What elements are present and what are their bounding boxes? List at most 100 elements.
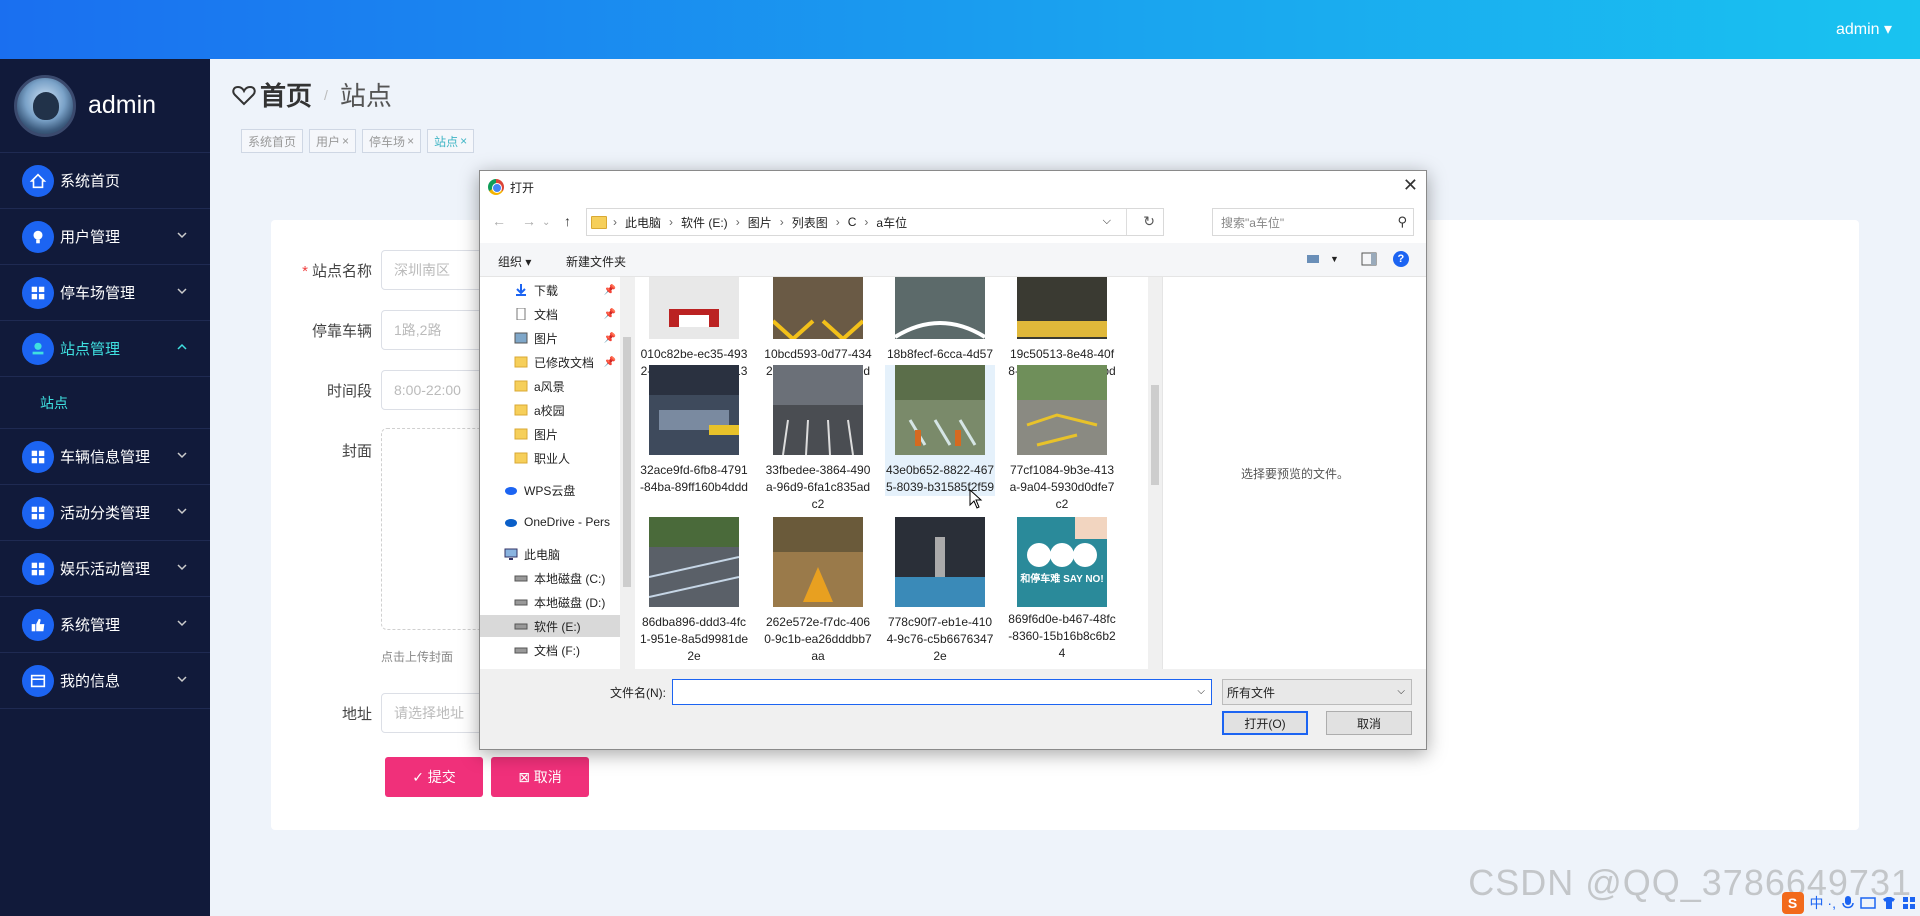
sidebar-item-home[interactable]: 系统首页: [0, 153, 210, 209]
nav-label: 本地磁盘 (D:): [534, 595, 606, 610]
new-folder-button[interactable]: 新建文件夹: [566, 253, 626, 270]
scrollbar-thumb[interactable]: [623, 337, 631, 587]
scrollbar-thumb[interactable]: [1151, 385, 1159, 485]
tab-home[interactable]: 系统首页: [241, 129, 304, 153]
up-icon[interactable]: ↑: [564, 213, 571, 229]
dialog-cancel-button[interactable]: 取消: [1326, 711, 1412, 735]
nav-item-folder[interactable]: 图片: [480, 423, 620, 445]
preview-pane: 选择要预览的文件。: [1162, 277, 1426, 669]
path-segment[interactable]: C: [848, 215, 857, 229]
filename-input[interactable]: ⌵: [672, 679, 1212, 705]
path-segment[interactable]: a车位: [876, 214, 907, 231]
user-icon: [22, 220, 54, 253]
file-item[interactable]: 43e0b652-8822-4675-8039-b31585f2f59: [885, 365, 995, 496]
path-segment[interactable]: 列表图: [792, 214, 828, 231]
submit-button[interactable]: ✓ 提交: [385, 757, 483, 797]
ime-mode[interactable]: 中 ·,: [1810, 893, 1836, 913]
microphone-icon[interactable]: [1842, 895, 1854, 911]
sidebar-item-users[interactable]: 用户管理: [0, 209, 210, 265]
file-open-dialog: 打开 ✕ ← → ⌄ ↑ › 此电脑 › 软件 (E:) › 图片 › 列表图 …: [479, 170, 1427, 750]
sidebar-item-label: 活动分类管理: [60, 505, 151, 522]
close-icon[interactable]: ×: [342, 134, 349, 148]
card-icon: [22, 664, 54, 697]
tab-station[interactable]: 站点 ×: [427, 129, 475, 153]
nav-item-this-pc[interactable]: 此电脑: [480, 543, 620, 565]
grid-icon[interactable]: [1902, 896, 1916, 910]
sidebar-item-my-info[interactable]: 我的信息: [0, 653, 210, 709]
nav-label: 文档: [534, 307, 559, 322]
path-segment[interactable]: 此电脑: [625, 214, 661, 231]
sidebar-item-label: 车辆信息管理: [60, 449, 151, 466]
sidebar-item-system[interactable]: 系统管理: [0, 597, 210, 653]
sidebar-item-parking[interactable]: 停车场管理: [0, 265, 210, 321]
file-item[interactable]: 86dba896-ddd3-4fc1-951e-8a5d9981de2e: [639, 517, 749, 665]
chevron-down-icon[interactable]: ⌵: [1103, 215, 1111, 228]
tab-parking[interactable]: 停车场 ×: [362, 129, 422, 153]
chevron-up-icon: [177, 343, 187, 350]
nav-item-modified[interactable]: 已修改文档 📌: [480, 351, 620, 373]
history-dropdown-icon[interactable]: ⌄: [542, 217, 550, 228]
file-grid-scrollbar[interactable]: [1148, 277, 1162, 669]
nav-item-drive-f[interactable]: 文档 (F:): [480, 639, 620, 661]
file-item[interactable]: 262e572e-f7dc-4060-9c1b-ea26dddbb7aa: [763, 517, 873, 665]
close-icon[interactable]: ✕: [1403, 175, 1418, 196]
close-icon[interactable]: ×: [407, 134, 414, 148]
cancel-button[interactable]: ⊠ 取消: [491, 757, 589, 797]
nav-item-drive-d[interactable]: 本地磁盘 (D:): [480, 591, 620, 613]
nav-item-drive-c[interactable]: 本地磁盘 (C:): [480, 567, 620, 589]
file-item[interactable]: 778c90f7-eb1e-4104-9c76-c5b66763472e: [885, 517, 995, 665]
sogou-logo-icon[interactable]: S: [1781, 892, 1804, 914]
sidebar-item-activity-category[interactable]: 活动分类管理: [0, 485, 210, 541]
nav-item-folder[interactable]: a风景: [480, 375, 620, 397]
chevron-down-icon: [177, 620, 187, 627]
chevron-right-icon: ›: [835, 215, 840, 229]
file-item[interactable]: 33fbedee-3864-490a-96d9-6fa1c835adc2: [763, 365, 873, 513]
organize-button[interactable]: 组织 ▾: [498, 253, 531, 270]
help-icon[interactable]: ?: [1392, 251, 1409, 267]
search-input[interactable]: 搜索"a车位" ⚲: [1212, 208, 1414, 236]
sidebar-item-stations[interactable]: 站点管理: [0, 321, 210, 377]
breadcrumb: 首页 / 站点: [232, 76, 392, 113]
address-bar[interactable]: › 此电脑 › 软件 (E:) › 图片 › 列表图 › C › a车位 ⌵ ↻: [586, 208, 1164, 236]
chevron-down-icon: [177, 452, 187, 459]
file-item[interactable]: 77cf1084-9b3e-413a-9a04-5930d0dfe7c2: [1007, 365, 1117, 513]
nav-item-wps-cloud[interactable]: WPS云盘: [480, 479, 620, 501]
tab-users[interactable]: 用户 ×: [309, 129, 357, 153]
close-icon[interactable]: ×: [460, 134, 467, 148]
nav-item-onedrive[interactable]: OneDrive - Pers: [480, 511, 620, 533]
nav-item-folder[interactable]: 职业人: [480, 447, 620, 469]
open-button[interactable]: 打开(O): [1222, 711, 1308, 735]
chevron-down-icon[interactable]: ⌵: [1197, 686, 1205, 697]
file-item[interactable]: 和停车难 SAY NO! 869f6d0e-b467-48fc-8360-15b…: [1007, 517, 1117, 662]
path-segment[interactable]: 软件 (E:): [681, 214, 728, 231]
forward-icon[interactable]: →: [522, 213, 536, 229]
keyboard-icon[interactable]: [1860, 897, 1876, 909]
search-icon[interactable]: ⚲: [1397, 214, 1407, 230]
refresh-icon[interactable]: ↻: [1143, 213, 1155, 230]
sidebar-subitem-station[interactable]: 站点: [0, 377, 210, 429]
chevron-right-icon: ›: [864, 215, 869, 229]
nav-item-documents[interactable]: 文档 📌: [480, 303, 620, 325]
shirt-icon[interactable]: [1882, 896, 1896, 910]
sidebar: admin 系统首页 用户管理 停车场管理 站点管理 站点 车辆信息管理 活动分…: [0, 59, 210, 916]
chevron-down-icon[interactable]: ▼: [1330, 254, 1339, 264]
nav-item-folder[interactable]: a校园: [480, 399, 620, 421]
chevron-down-icon: [177, 508, 187, 515]
breadcrumb-home[interactable]: 首页: [260, 76, 312, 113]
user-menu[interactable]: admin ▾: [1836, 19, 1892, 39]
path-segment[interactable]: 图片: [748, 214, 772, 231]
nav-item-drive-e[interactable]: 软件 (E:): [480, 615, 620, 637]
file-item[interactable]: 32ace9fd-6fb8-4791-84ba-89ff160b4ddd: [639, 365, 749, 496]
nav-scrollbar[interactable]: [620, 277, 634, 669]
sidebar-item-entertainment[interactable]: 娱乐活动管理: [0, 541, 210, 597]
breadcrumb-current: 站点: [339, 81, 392, 111]
sidebar-item-vehicles[interactable]: 车辆信息管理: [0, 429, 210, 485]
nav-item-downloads[interactable]: 下载 📌: [480, 279, 620, 301]
grid-icon: [22, 440, 54, 473]
chevron-right-icon: ›: [613, 215, 617, 229]
preview-pane-icon[interactable]: [1361, 252, 1377, 266]
filetype-select[interactable]: 所有文件 ⌵: [1222, 679, 1412, 705]
back-icon[interactable]: ←: [492, 213, 506, 229]
view-mode-icon[interactable]: [1306, 253, 1322, 265]
nav-item-pictures[interactable]: 图片 📌: [480, 327, 620, 349]
